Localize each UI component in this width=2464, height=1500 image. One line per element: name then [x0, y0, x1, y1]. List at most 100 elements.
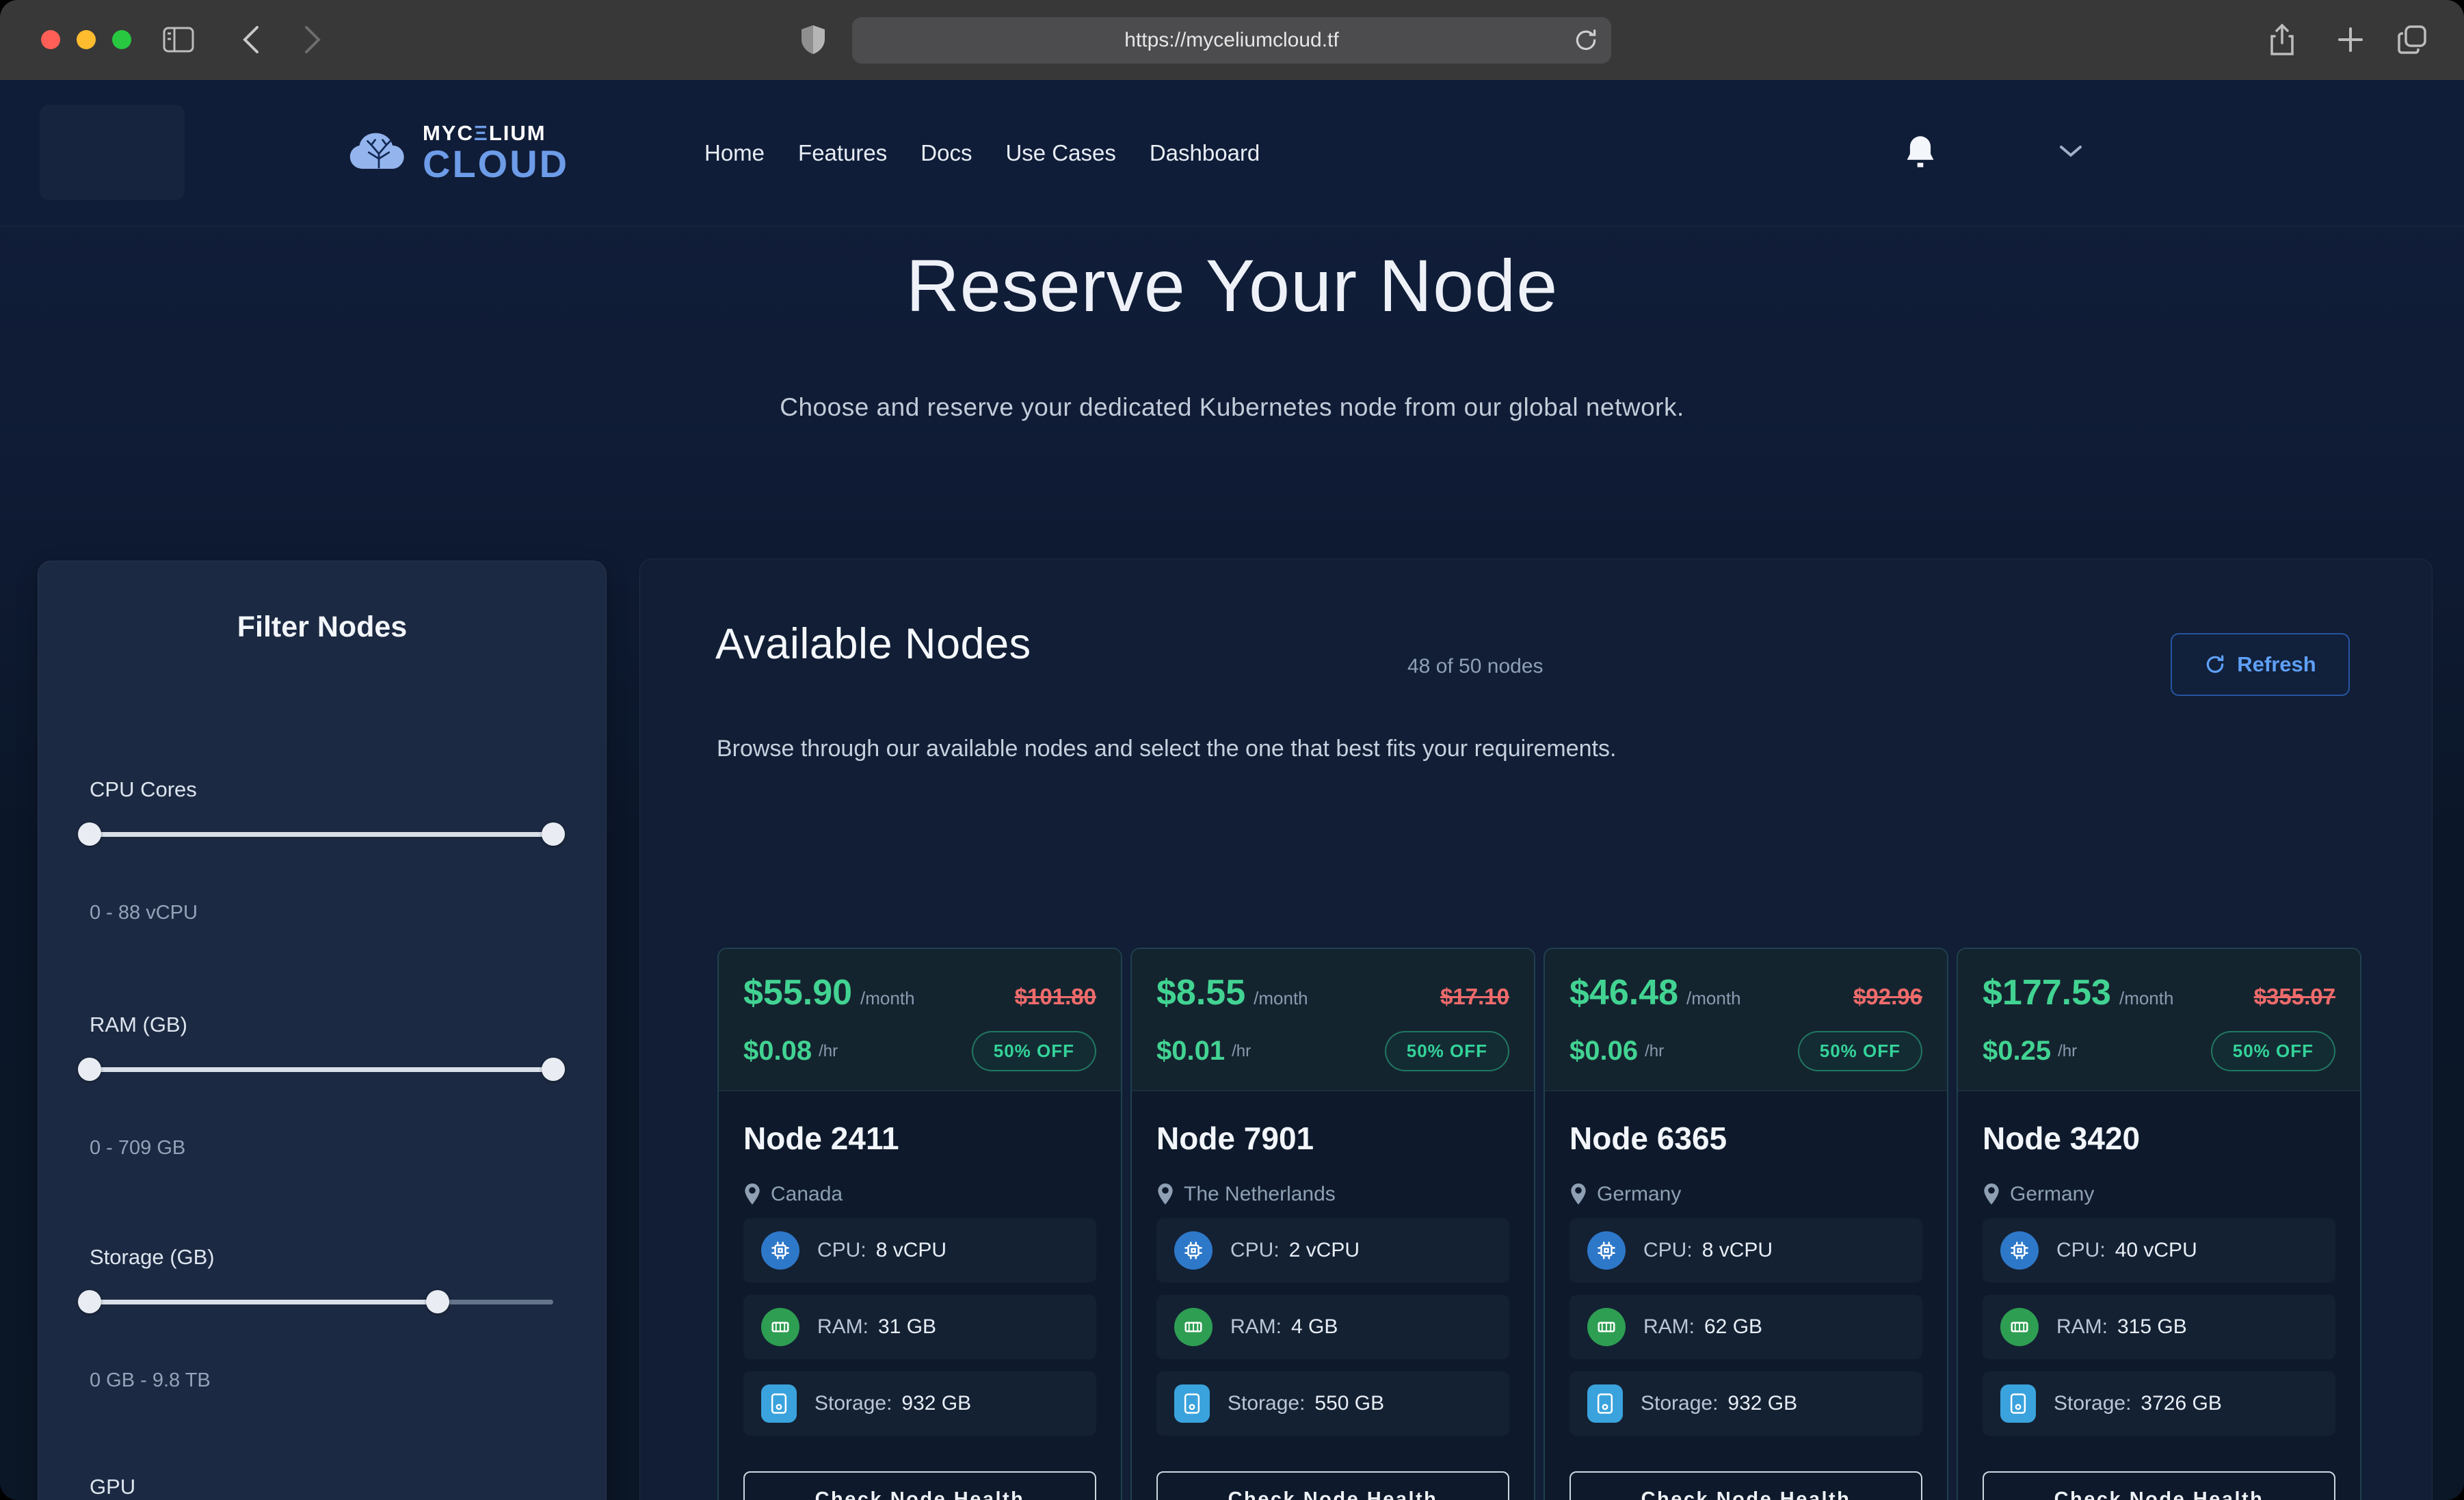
ram-icon — [761, 1308, 799, 1346]
node-location: The Netherlands — [1184, 1183, 1336, 1206]
cpu-value: 2 vCPU — [1289, 1239, 1360, 1261]
cpu-icon — [1174, 1231, 1213, 1270]
storage-icon — [761, 1384, 797, 1423]
notifications-bell-icon[interactable] — [1903, 133, 1941, 172]
storage-spec-row: Storage:3726 GB — [1983, 1371, 2335, 1436]
ram-spec-row: RAM: 315 GB — [1983, 1295, 2335, 1359]
cpu-slider-min-handle[interactable] — [78, 822, 101, 846]
node-card: $46.48 /month $92.96 $0.06 /hr 50% OFF N… — [1544, 948, 1948, 1500]
hourly-price: $0.08 — [743, 1036, 812, 1067]
storage-slider-min-handle[interactable] — [78, 1290, 101, 1313]
site-logo[interactable]: MYCΞLIUM CLOUD — [347, 105, 569, 200]
monthly-price: $46.48 — [1569, 972, 1678, 1013]
card-price-header: $177.53 /month $355.07 $0.25 /hr 50% OFF — [1958, 949, 2360, 1091]
cpu-spec-row: CPU: 2 vCPU — [1156, 1218, 1509, 1283]
nav-link-dashboard[interactable]: Dashboard — [1150, 140, 1260, 166]
ram-value: 315 GB — [2117, 1315, 2187, 1338]
location-pin-icon — [1983, 1183, 2000, 1205]
logo-text: MYCΞLIUM CLOUD — [423, 122, 569, 183]
storage-label: Storage: — [1641, 1392, 1718, 1415]
storage-slider-max-handle[interactable] — [426, 1290, 449, 1313]
filter-panel: Filter Nodes CPU Cores 0 - 88 vCPU RAM (… — [38, 561, 607, 1500]
ram-label: RAM: — [2056, 1315, 2108, 1338]
cloud-brain-logo-icon — [347, 130, 410, 175]
cpu-slider-max-handle[interactable] — [542, 822, 565, 846]
monthly-price: $177.53 — [1983, 972, 2111, 1013]
back-icon[interactable] — [234, 23, 268, 57]
check-node-health-button[interactable]: Check Node Health — [1983, 1471, 2335, 1500]
cpu-label: CPU: — [1230, 1239, 1280, 1261]
slider-fill — [90, 1300, 438, 1304]
storage-label: Storage: — [2054, 1392, 2131, 1415]
cpu-range-slider[interactable] — [90, 822, 553, 846]
ram-slider-min-handle[interactable] — [78, 1058, 101, 1081]
nav-link-use-cases[interactable]: Use Cases — [1005, 140, 1115, 166]
hourly-unit: /hr — [819, 1042, 838, 1061]
location-pin-icon — [1156, 1183, 1174, 1205]
hourly-unit: /hr — [1645, 1042, 1664, 1061]
node-name: Node 7901 — [1156, 1120, 1509, 1157]
browser-window: https://myceliumcloud.tf — [0, 0, 2464, 1500]
storage-range-slider[interactable] — [90, 1290, 553, 1313]
node-location: Germany — [2010, 1183, 2094, 1206]
share-icon[interactable] — [2265, 23, 2299, 57]
minimize-window-button[interactable] — [77, 30, 96, 49]
cpu-value: 8 vCPU — [876, 1239, 946, 1261]
ram-slider-max-handle[interactable] — [542, 1058, 565, 1081]
close-window-button[interactable] — [41, 30, 60, 49]
cpu-spec-row: CPU:8 vCPU — [743, 1218, 1096, 1283]
ram-icon — [1587, 1308, 1626, 1346]
forward-icon[interactable] — [295, 23, 330, 57]
discount-badge: 50% OFF — [1798, 1031, 1922, 1071]
cpu-icon — [1587, 1231, 1626, 1270]
storage-icon — [1174, 1384, 1210, 1423]
check-node-health-button[interactable]: Check Node Health — [1156, 1471, 1509, 1500]
zoom-window-button[interactable] — [112, 30, 131, 49]
cpu-label: CPU: — [2056, 1239, 2106, 1261]
sidebar-toggle-icon[interactable] — [161, 23, 196, 57]
check-node-health-button[interactable]: Check Node Health — [743, 1471, 1096, 1500]
nav-link-features[interactable]: Features — [798, 140, 887, 166]
privacy-shield-icon[interactable] — [796, 23, 830, 57]
ram-spec-row: RAM:62 GB — [1569, 1295, 1922, 1359]
filter-title: Filter Nodes — [38, 611, 606, 644]
refresh-button[interactable]: Refresh — [2171, 633, 2350, 696]
nav-link-home[interactable]: Home — [704, 140, 765, 166]
reload-icon[interactable] — [1573, 27, 1599, 53]
browser-titlebar: https://myceliumcloud.tf — [0, 0, 2464, 81]
storage-spec-row: Storage:932 GB — [1569, 1371, 1922, 1436]
tab-overview-icon[interactable] — [2395, 23, 2429, 57]
storage-value: 550 GB — [1314, 1392, 1384, 1415]
cpu-value: 40 vCPU — [2115, 1239, 2197, 1261]
cpu-icon — [761, 1231, 799, 1270]
discount-badge: 50% OFF — [2211, 1031, 2335, 1071]
monthly-price: $55.90 — [743, 972, 852, 1013]
hourly-unit: /hr — [1232, 1042, 1251, 1061]
nodes-title: Available Nodes — [715, 619, 1031, 669]
node-name: Node 3420 — [1983, 1120, 2335, 1157]
ram-range-slider[interactable] — [90, 1058, 553, 1081]
address-bar[interactable]: https://myceliumcloud.tf — [852, 17, 1611, 64]
nodes-subtitle: Browse through our available nodes and s… — [717, 736, 1616, 762]
discount-badge: 50% OFF — [1385, 1031, 1509, 1071]
nav-links: Home Features Docs Use Cases Dashboard — [704, 80, 1260, 226]
new-tab-icon[interactable] — [2333, 23, 2368, 57]
monthly-unit: /month — [2119, 988, 2174, 1009]
account-chevron-down-icon[interactable] — [2058, 143, 2086, 163]
page-title: Reserve Your Node — [0, 243, 2464, 328]
nav-placeholder — [40, 105, 185, 200]
nav-link-docs[interactable]: Docs — [920, 140, 972, 166]
check-node-health-button[interactable]: Check Node Health — [1569, 1471, 1922, 1500]
ram-value: 31 GB — [878, 1315, 936, 1338]
original-price: $92.96 — [1853, 984, 1922, 1010]
location-pin-icon — [743, 1183, 761, 1205]
ram-icon — [1174, 1308, 1213, 1346]
storage-range-text: 0 GB - 9.8 TB — [90, 1369, 211, 1392]
original-price: $17.10 — [1440, 984, 1509, 1010]
storage-icon — [1587, 1384, 1623, 1423]
nodes-count: 48 of 50 nodes — [1407, 655, 1544, 678]
ram-label: RAM: — [817, 1315, 869, 1338]
ram-icon — [2000, 1308, 2039, 1346]
ram-range-text: 0 - 709 GB — [90, 1137, 185, 1160]
ram-label: RAM: — [1230, 1315, 1282, 1338]
